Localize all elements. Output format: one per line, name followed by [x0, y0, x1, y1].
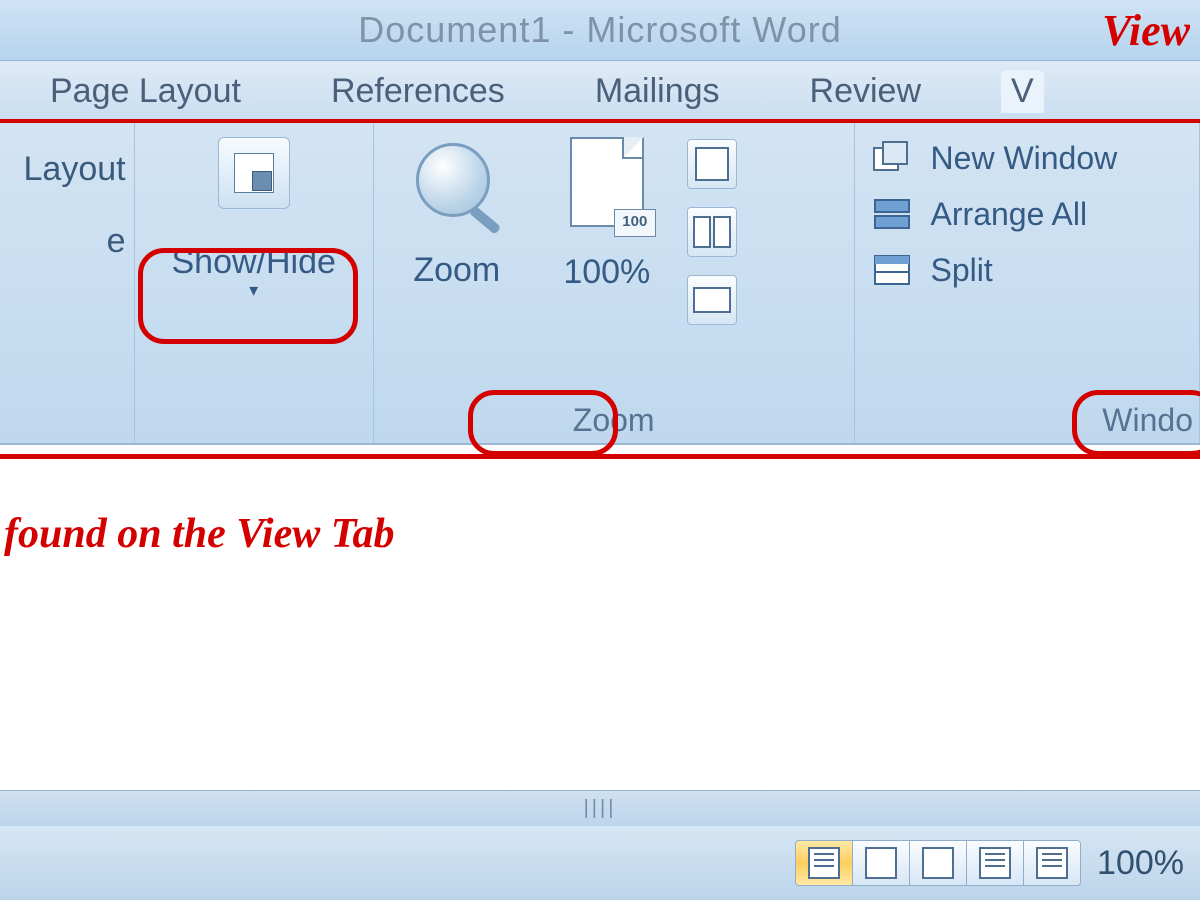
- page-width-button[interactable]: [687, 275, 737, 325]
- zoom-group-row: Zoom 100 100%: [382, 133, 846, 409]
- page-100-icon: 100: [562, 137, 652, 233]
- magnifier-icon: [412, 141, 502, 231]
- annotation-ribbon-underline: [0, 454, 1200, 459]
- print-layout-icon: [808, 847, 840, 879]
- tab-references[interactable]: References: [321, 70, 515, 113]
- fragment-outline[interactable]: e: [0, 205, 126, 277]
- window-items: New Window Arrange All Split: [863, 133, 1191, 289]
- arrange-all-icon: [869, 195, 915, 233]
- group-label-window: Windo: [855, 402, 1199, 439]
- ribbon: Layout e Show/Hide ▾ Zoom: [0, 123, 1200, 445]
- tab-page-layout[interactable]: Page Layout: [40, 70, 251, 113]
- view-print-layout-button[interactable]: [796, 841, 852, 885]
- zoom-100-label: 100%: [563, 253, 650, 292]
- window-title: Document1 - Microsoft Word: [358, 9, 841, 51]
- group-window: New Window Arrange All Split Windo: [855, 123, 1200, 443]
- title-bar: Document1 - Microsoft Word: [0, 0, 1200, 61]
- arrange-all-button[interactable]: Arrange All: [869, 195, 1191, 233]
- new-window-icon: [869, 139, 915, 177]
- show-hide-button[interactable]: [218, 137, 290, 209]
- split-icon: [869, 251, 915, 289]
- view-outline-button[interactable]: [966, 841, 1023, 885]
- status-bar: 100%: [0, 826, 1200, 900]
- zoom-button-label: Zoom: [413, 251, 500, 290]
- outline-icon: [979, 847, 1011, 879]
- one-page-button[interactable]: [687, 139, 737, 189]
- view-draft-button[interactable]: [1023, 841, 1080, 885]
- new-window-button[interactable]: New Window: [869, 139, 1191, 177]
- group-views-fragment: Layout e: [0, 123, 135, 443]
- annotation-view-label: View: [1102, 5, 1190, 56]
- group-show-hide: Show/Hide ▾: [135, 123, 374, 443]
- zoom-100-button[interactable]: 100 100%: [532, 133, 682, 409]
- split-button[interactable]: Split: [869, 251, 1191, 289]
- show-hide-icon: [234, 153, 274, 193]
- tab-review[interactable]: Review: [800, 70, 931, 113]
- show-hide-dropdown-icon[interactable]: ▾: [249, 280, 258, 301]
- full-screen-icon: [865, 847, 897, 879]
- app-window: { "title": "Document1 - Microsoft Word",…: [0, 0, 1200, 900]
- fragment-layout[interactable]: Layout: [0, 133, 126, 205]
- view-full-screen-button[interactable]: [852, 841, 909, 885]
- tab-mailings[interactable]: Mailings: [585, 70, 730, 113]
- new-window-label: New Window: [931, 140, 1118, 177]
- zoom-small-buttons: [682, 133, 742, 409]
- view-mode-buttons: [795, 840, 1081, 886]
- split-label: Split: [931, 252, 993, 289]
- page-100-stamp: 100: [614, 209, 656, 237]
- view-web-layout-button[interactable]: [909, 841, 966, 885]
- horizontal-scrollbar[interactable]: ||||: [0, 790, 1200, 828]
- group-zoom: Zoom 100 100% Zoom: [374, 123, 855, 443]
- web-layout-icon: [922, 847, 954, 879]
- zoom-level-text[interactable]: 100%: [1097, 844, 1184, 883]
- two-pages-button[interactable]: [687, 207, 737, 257]
- ribbon-tab-row: Page Layout References Mailings Review V: [0, 61, 1200, 123]
- group-label-zoom: Zoom: [374, 402, 854, 439]
- tab-view[interactable]: V: [1001, 70, 1044, 113]
- show-hide-label[interactable]: Show/Hide: [171, 243, 335, 282]
- zoom-button[interactable]: Zoom: [382, 133, 532, 409]
- arrange-all-label: Arrange All: [931, 196, 1088, 233]
- scroll-thumb-grip[interactable]: ||||: [575, 797, 625, 821]
- draft-icon: [1036, 847, 1068, 879]
- annotation-caption: found on the View Tab: [4, 510, 395, 558]
